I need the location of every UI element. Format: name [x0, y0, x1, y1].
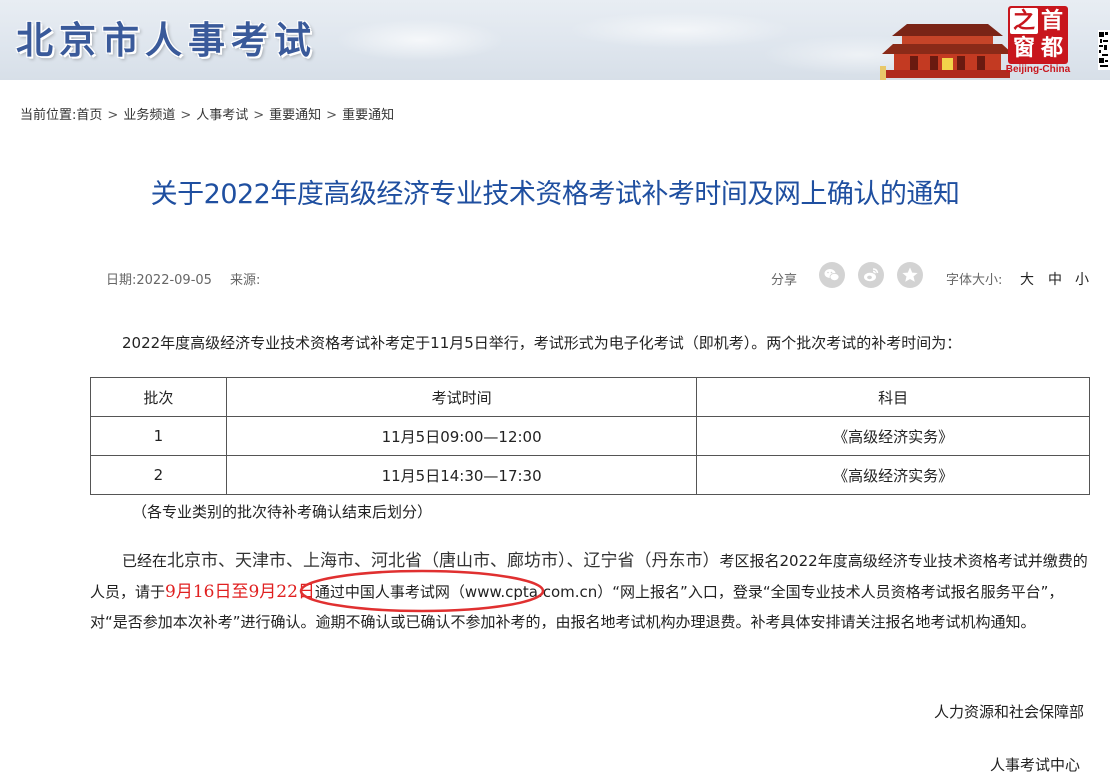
confirm-end-date: 9月22日 [248, 581, 315, 602]
weibo-icon [864, 268, 879, 282]
seal-char: 首 [1040, 8, 1063, 34]
breadcrumb-separator: > [107, 108, 119, 123]
source-label: 来源: [229, 273, 261, 288]
table-cell: 《高级经济实务》 [696, 416, 1090, 456]
share-label: 分享 [771, 273, 798, 288]
breadcrumb-prefix: 当前位置: [20, 108, 77, 123]
date-label: 日期: [106, 273, 137, 288]
confirm-start-date: 9月16日 [165, 581, 232, 602]
batch-note: （各专业类别的批次待补考确认结束后划分） [132, 503, 433, 521]
seal-char: 窗 [1012, 35, 1035, 61]
table-row: 2 11月5日14:30—17:30 《高级经济实务》 [90, 455, 1090, 495]
table-row: 1 11月5日09:00—12:00 《高级经济实务》 [90, 416, 1090, 456]
site-title[interactable]: 北京市人事考试 [16, 10, 317, 64]
font-size-small[interactable]: 小 [1075, 269, 1089, 289]
wechat-icon [824, 269, 840, 281]
exam-regions: 北京市、天津市、上海市、河北省（唐山市、廊坊市）、辽宁省（丹东市） [167, 551, 720, 571]
exam-schedule-table: 批次 考试时间 科目 1 11月5日09:00—12:00 《高级经济实务》 2… [90, 377, 1090, 495]
table-header-cell: 科目 [696, 377, 1090, 417]
font-size-label: 字体大小: [946, 273, 1003, 288]
breadcrumb-personnel-exam[interactable]: 人事考试 [196, 108, 248, 123]
weibo-share-button[interactable] [858, 262, 884, 288]
header-banner: 北京市人事考试 首 都 之 窗 Beijing-China [0, 0, 1110, 80]
banner-clouds [300, 0, 920, 80]
signature-ministry: 人力资源和社会保障部 [933, 703, 1084, 721]
table-header-row: 批次 考试时间 科目 [90, 377, 1090, 417]
breadcrumb-separator: > [253, 108, 265, 123]
table-cell: 《高级经济实务》 [696, 455, 1090, 495]
table-cell: 11月5日14:30—17:30 [225, 455, 698, 495]
article-meta: 日期:2022-09-05 来源: [106, 269, 260, 288]
main-paragraph: 已经在北京市、天津市、上海市、河北省（唐山市、廊坊市）、辽宁省（丹东市）考区报名… [90, 546, 1090, 638]
table-header-cell: 考试时间 [225, 377, 698, 417]
date-range-connector: 至 [231, 581, 249, 602]
body-lead: 已经在 [122, 552, 168, 570]
font-size-large[interactable]: 大 [1020, 269, 1034, 289]
breadcrumb-home[interactable]: 首页 [76, 108, 102, 123]
breadcrumb-business-channel[interactable]: 业务频道 [123, 108, 175, 123]
favorite-star-icon [902, 267, 918, 282]
breadcrumb-separator: > [326, 108, 338, 123]
article-title: 关于2022年度高级经济专业技术资格考试补考时间及网上确认的通知 [150, 179, 960, 210]
table-cell: 2 [90, 455, 227, 495]
favorite-button[interactable] [897, 262, 923, 288]
breadcrumb-current[interactable]: 重要通知 [342, 108, 394, 123]
tiananmen-gate-icon [880, 24, 1013, 80]
seal-char: 都 [1040, 35, 1063, 61]
breadcrumb: 当前位置:首页 > 业务频道 > 人事考试 > 重要通知 > 重要通知 [20, 104, 394, 123]
wechat-share-button[interactable] [819, 262, 845, 288]
seal-caption: Beijing-China [1005, 64, 1071, 75]
qr-code-icon[interactable] [1098, 30, 1110, 70]
publish-date: 2022-09-05 [136, 273, 212, 288]
capital-window-seal-logo[interactable]: 首 都 之 窗 [1008, 6, 1068, 64]
table-cell: 1 [90, 416, 227, 456]
table-header-cell: 批次 [90, 377, 227, 417]
table-cell: 11月5日09:00—12:00 [225, 416, 698, 456]
seal-char: 之 [1010, 8, 1038, 34]
signature-exam-center: 人事考试中心 [989, 756, 1080, 774]
breadcrumb-important-notice[interactable]: 重要通知 [269, 108, 321, 123]
breadcrumb-separator: > [180, 108, 192, 123]
intro-paragraph: 2022年度高级经济专业技术资格考试补考定于11月5日举行，考试形式为电子化考试… [122, 334, 962, 352]
font-size-medium[interactable]: 中 [1048, 269, 1062, 289]
